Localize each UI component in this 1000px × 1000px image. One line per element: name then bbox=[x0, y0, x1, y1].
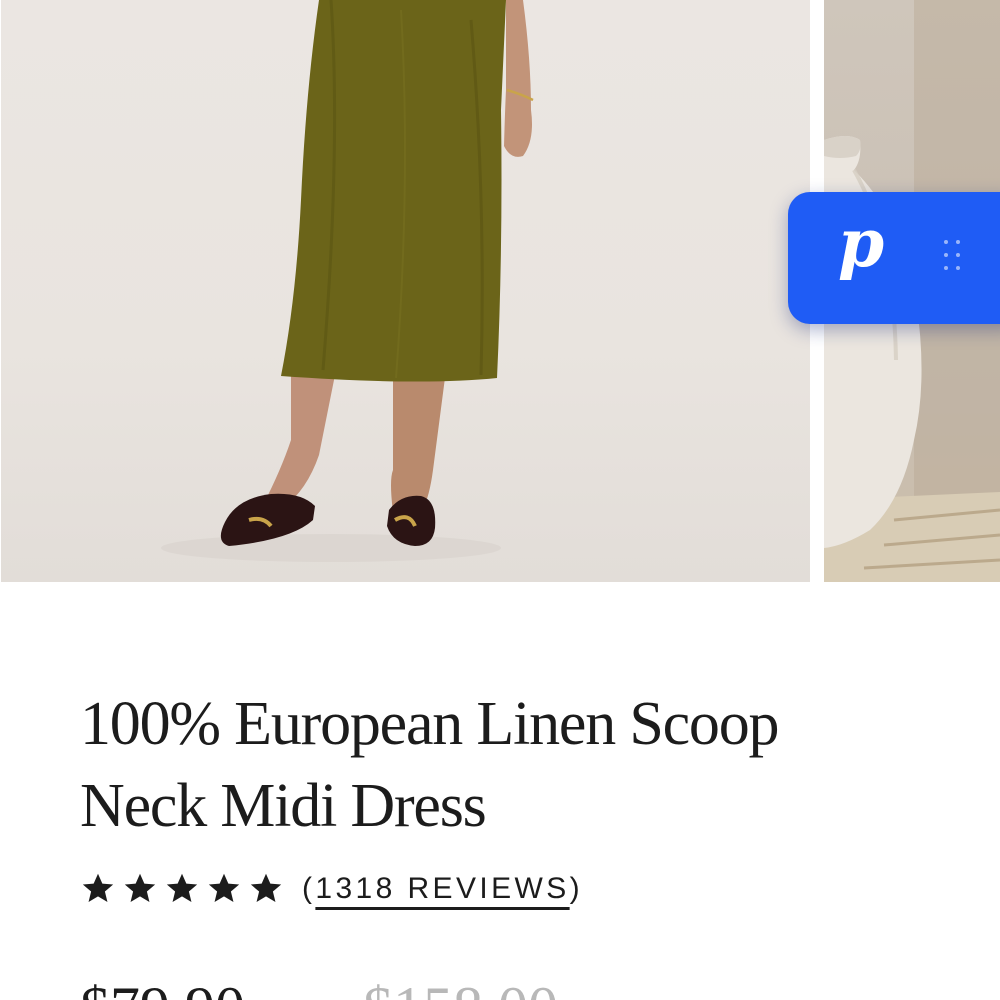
rating-summary: ( 1318 REVIEWS ) bbox=[80, 866, 583, 912]
price-row: $79.90 $158.00 bbox=[80, 978, 558, 1000]
star-icon bbox=[208, 873, 240, 903]
original-price: $158.00 bbox=[363, 978, 558, 1000]
drag-handle-icon[interactable] bbox=[944, 240, 962, 274]
product-title: 100% European Linen Scoop Neck Midi Dres… bbox=[80, 690, 780, 840]
star-icon bbox=[250, 873, 282, 903]
reviews-link[interactable]: 1318 REVIEWS bbox=[315, 872, 569, 906]
floating-assistant-button[interactable]: p bbox=[788, 192, 1000, 324]
star-icon bbox=[166, 873, 198, 903]
sale-price: $79.90 bbox=[80, 978, 245, 1000]
product-image-main[interactable] bbox=[1, 0, 810, 582]
star-icon bbox=[82, 873, 114, 903]
star-rating bbox=[80, 871, 284, 907]
product-photo-dress bbox=[161, 0, 534, 562]
reviews-paren-close: ) bbox=[569, 872, 584, 905]
reviews-count: ( 1318 REVIEWS ) bbox=[302, 872, 583, 906]
reviews-paren-open: ( bbox=[302, 872, 316, 905]
p-logo-icon: p bbox=[838, 204, 885, 282]
star-icon bbox=[124, 873, 156, 903]
